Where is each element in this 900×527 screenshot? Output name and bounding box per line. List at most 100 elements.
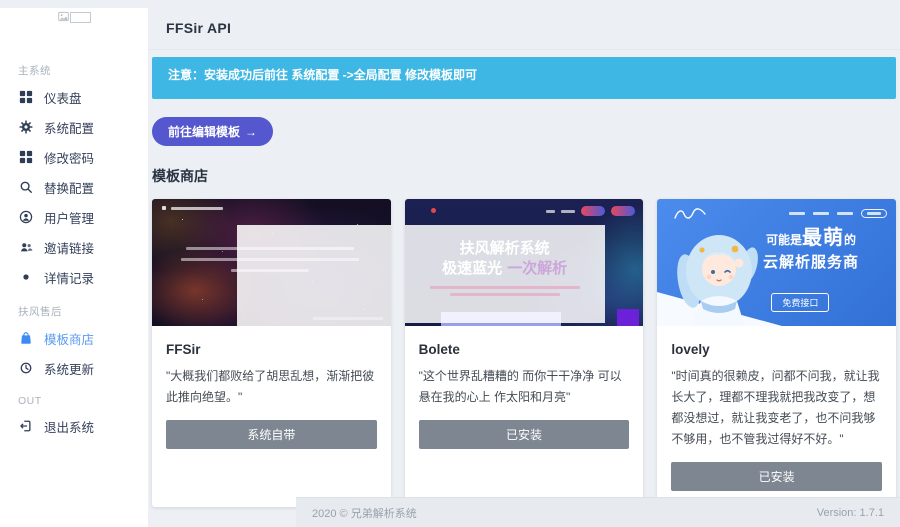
sidebar-item-label: 用户管理: [44, 208, 94, 227]
edit-template-button[interactable]: 前往编辑模板 →: [152, 117, 273, 146]
page-header: FFSir API: [148, 0, 900, 50]
white-overlay: [237, 225, 391, 326]
bolete-banner-subtitle-faded: 一次解析: [507, 260, 567, 277]
card-quote: "时间真的很赖皮，问都不问我，就让我长大了，理都不理我就把我改变了，想都没想过，…: [671, 366, 882, 450]
preview-topbar: [405, 199, 644, 221]
template-shop-heading: 模板商店: [152, 166, 896, 186]
bolete-status-button[interactable]: 已安装: [419, 420, 630, 449]
sidebar-item-label: 系统更新: [44, 359, 94, 378]
sidebar-item-label: 模板商店: [44, 329, 94, 348]
lovely-banner-big: 最萌: [802, 227, 844, 249]
page-footer: 2020 © 兄弟解析系统 Version: 1.7.1: [296, 497, 900, 527]
sidebar-item-label: 邀请链接: [44, 238, 94, 257]
page-title: FFSir API: [166, 20, 231, 36]
text-placeholder-bar: [789, 212, 805, 215]
sidebar-section-main: 主系统: [18, 63, 148, 78]
broken-image-alt-box: [70, 12, 91, 23]
sidebar-item-system-update[interactable]: 系统更新: [18, 353, 148, 383]
grid-icon: [18, 150, 33, 165]
nebula-stars: [152, 199, 153, 200]
lovely-banner-text: 可能是最萌的 云解析服务商: [726, 227, 896, 271]
sidebar-item-replace-config[interactable]: 替换配置: [18, 172, 148, 202]
lovely-banner-line2: 云解析服务商: [726, 254, 896, 271]
lovely-preview-image: 可能是最萌的 云解析服务商 免费接口: [657, 199, 896, 326]
lovely-banner-post: 的: [844, 233, 856, 247]
card-body: FFSir "大概我们都败给了胡思乱想，渐渐把彼此推向绝望。" 系统自带: [152, 326, 391, 465]
bolete-banner-text: 扶风解析系统 极速蓝光一次解析: [405, 239, 605, 296]
text-placeholder-bar: [867, 212, 881, 215]
search-icon: [18, 180, 33, 195]
card-title: lovely: [671, 342, 882, 357]
banner-purple-block: [617, 309, 639, 326]
bolete-banner-subtitle: 极速蓝光一次解析: [405, 259, 605, 279]
user-icon: [18, 210, 33, 225]
sidebar: 主系统 仪表盘 系统配置 修改密码 替换配置: [0, 8, 148, 527]
template-cards-row: FFSir "大概我们都败给了胡思乱想，渐渐把彼此推向绝望。" 系统自带: [152, 199, 896, 507]
clock-icon: [18, 361, 33, 376]
card-body: Bolete "这个世界乱糟糟的 而你干干净净 可以悬在我的心上 作太阳和月亮"…: [405, 326, 644, 465]
template-card-bolete: 扶风解析系统 极速蓝光一次解析 Bolete "这个世界乱糟糟的: [405, 199, 644, 507]
bolete-preview-image: 扶风解析系统 极速蓝光一次解析: [405, 199, 644, 326]
sidebar-item-label: 仪表盘: [44, 88, 82, 107]
template-card-ffsir: FFSir "大概我们都败给了胡思乱想，渐渐把彼此推向绝望。" 系统自带: [152, 199, 391, 507]
card-quote: "大概我们都败给了胡思乱想，渐渐把彼此推向绝望。": [166, 366, 377, 408]
card-body: lovely "时间真的很赖皮，问都不问我，就让我长大了，理都不理我就把我改变了…: [657, 326, 896, 507]
ffsir-preview-image: [152, 199, 391, 326]
sidebar-item-logout[interactable]: 退出系统: [18, 411, 148, 441]
content-column: 注意：安装成功后前往 系统配置 ->全局配置 修改模板即可 前往编辑模板 → 模…: [152, 57, 896, 507]
sidebar-item-change-password[interactable]: 修改密码: [18, 142, 148, 172]
sidebar-section-aftersale: 扶风售后: [18, 304, 148, 319]
preview-nav-placeholder: [162, 206, 223, 210]
lovely-banner-line1: 可能是最萌的: [726, 227, 896, 250]
logout-icon: [18, 419, 33, 434]
edit-template-button-label: 前往编辑模板: [168, 123, 240, 140]
logo-row: [0, 8, 148, 33]
dot-icon: [18, 270, 33, 285]
free-api-badge: 免费接口: [771, 293, 829, 312]
sidebar-nav: 主系统 仪表盘 系统配置 修改密码 替换配置: [0, 63, 148, 441]
arrow-right-icon: →: [245, 125, 257, 139]
text-placeholder-bar: [162, 206, 166, 210]
sidebar-item-user-management[interactable]: 用户管理: [18, 202, 148, 232]
install-notice-alert: 注意：安装成功后前往 系统配置 ->全局配置 修改模板即可: [152, 57, 896, 99]
text-placeholder-bar: [561, 210, 575, 213]
text-placeholder-bar: [430, 286, 580, 289]
gear-icon: [18, 120, 33, 135]
sidebar-item-dashboard[interactable]: 仪表盘: [18, 82, 148, 112]
bolete-banner-subtitle-strong: 极速蓝光: [442, 260, 502, 277]
preview-nav-placeholder: [789, 209, 887, 218]
card-title: FFSir: [166, 342, 377, 357]
sidebar-item-label: 退出系统: [44, 417, 94, 436]
red-dot-icon: [431, 208, 436, 213]
footer-version: Version: 1.7.1: [817, 507, 884, 519]
outlined-pill-button: [861, 209, 887, 218]
sidebar-item-invite-link[interactable]: 邀请链接: [18, 232, 148, 262]
text-placeholder-bar: [546, 210, 555, 213]
template-card-lovely: 可能是最萌的 云解析服务商 免费接口 lovely "时间真的很赖皮，问都不问我…: [657, 199, 896, 507]
sidebar-item-system-config[interactable]: 系统配置: [18, 112, 148, 142]
sidebar-item-label: 系统配置: [44, 118, 94, 137]
text-placeholder-bar: [813, 212, 829, 215]
text-placeholder-bar: [837, 212, 853, 215]
lovely-status-button[interactable]: 已安装: [671, 462, 882, 491]
lovely-banner-pre: 可能是: [766, 233, 802, 247]
ffsir-status-button[interactable]: 系统自带: [166, 420, 377, 449]
sidebar-item-label: 替换配置: [44, 178, 94, 197]
gradient-pill-button: [611, 206, 635, 216]
gradient-pill-button: [581, 206, 605, 216]
text-placeholder-bar: [450, 293, 560, 296]
footer-copyright: 2020 © 兄弟解析系统: [312, 505, 417, 521]
sidebar-section-out: OUT: [18, 395, 148, 407]
sidebar-item-detail-records[interactable]: 详情记录: [18, 262, 148, 292]
bolete-banner-title: 扶风解析系统: [405, 239, 605, 259]
dashboard-icon: [18, 90, 33, 105]
users-icon: [18, 240, 33, 255]
card-title: Bolete: [419, 342, 630, 357]
sidebar-item-template-shop[interactable]: 模板商店: [18, 323, 148, 353]
main-content: FFSir API 注意：安装成功后前往 系统配置 ->全局配置 修改模板即可 …: [148, 0, 900, 527]
preview-subtext-placeholder: [405, 286, 605, 296]
text-placeholder-bar: [171, 207, 223, 210]
sidebar-item-label: 修改密码: [44, 148, 94, 167]
card-quote: "这个世界乱糟糟的 而你干干净净 可以悬在我的心上 作太阳和月亮": [419, 366, 630, 408]
preview-nav-placeholder: [546, 206, 635, 216]
